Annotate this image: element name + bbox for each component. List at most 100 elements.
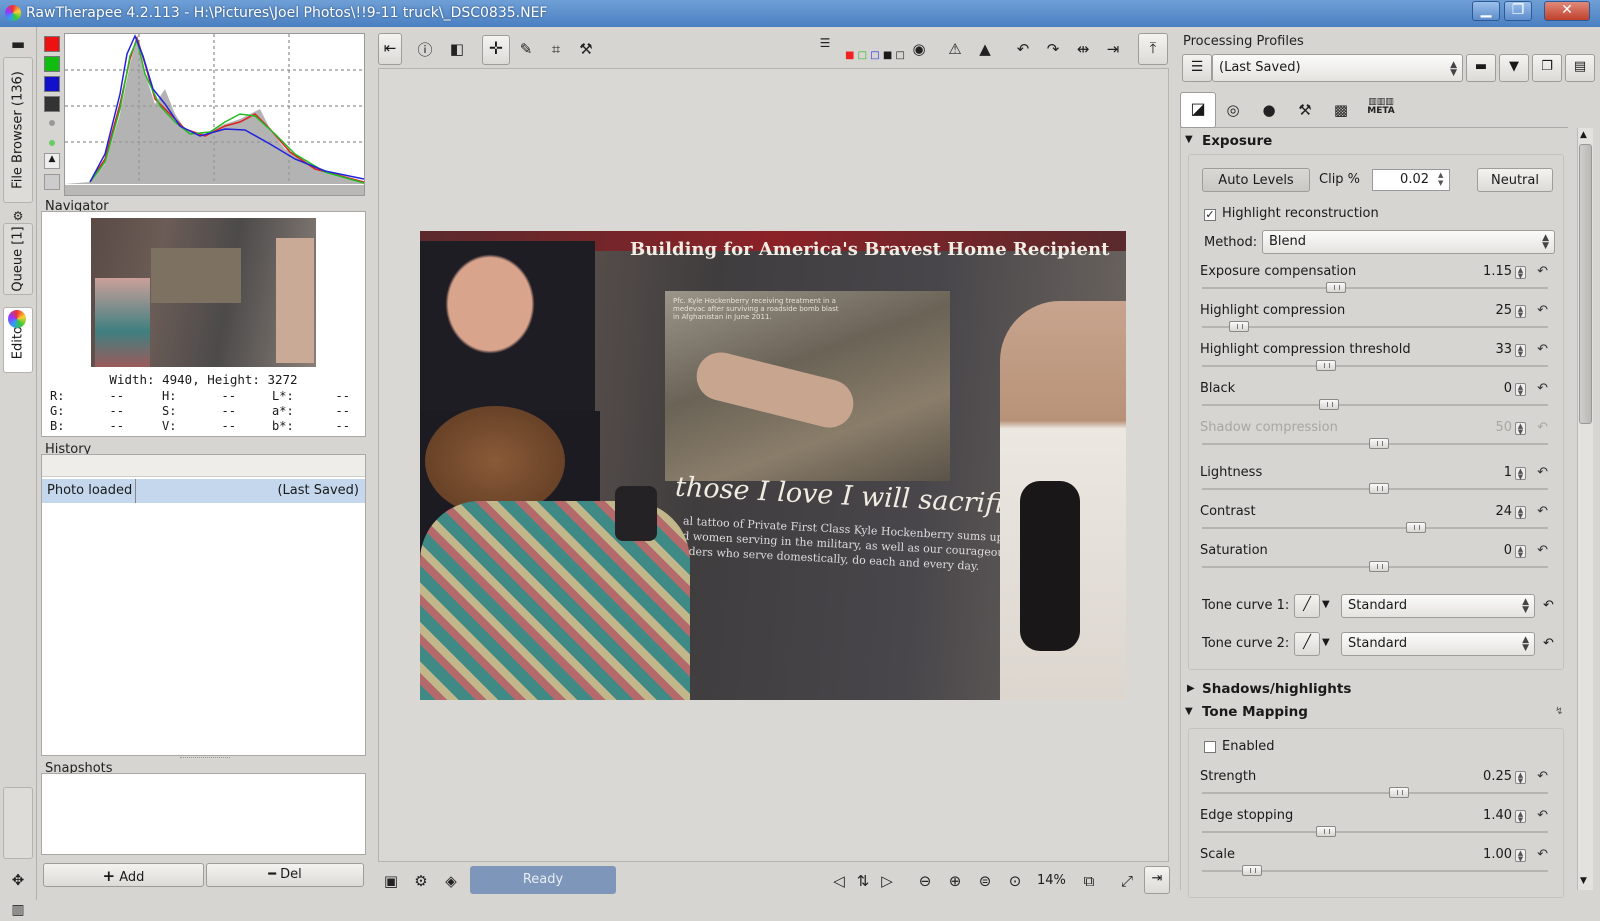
fullscreen-icon[interactable]: ⤢	[1116, 870, 1138, 892]
external-editor-icon[interactable]: ◈	[440, 870, 462, 892]
copy-profile-icon[interactable]: ❐	[1532, 54, 1562, 82]
reset-icon[interactable]: ↶	[1537, 769, 1548, 784]
previous-image-icon[interactable]: ◁	[828, 870, 850, 892]
slider-track[interactable]	[1202, 527, 1548, 529]
red-channel-toggle[interactable]	[44, 36, 60, 52]
rotate-left-icon[interactable]: ↶	[1012, 38, 1034, 60]
curve-type1-dropdown-icon[interactable]: ▼	[1322, 599, 1330, 610]
tool-panel-scrollbar[interactable]: ▲ ▼	[1577, 128, 1593, 890]
save-icon[interactable]: ▣	[380, 870, 402, 892]
close-button[interactable]: ✕	[1544, 1, 1590, 21]
flip-horizontal-icon[interactable]: ⇹	[1072, 38, 1094, 60]
panel-toggle-box[interactable]	[3, 787, 33, 859]
slider-spin-icon[interactable]: ▲ ▼	[1515, 810, 1526, 824]
reset-icon[interactable]: ↶	[1537, 420, 1548, 435]
reset-icon[interactable]: ↶	[1537, 465, 1548, 480]
slider-track[interactable]	[1202, 287, 1548, 289]
hide-left-panel-button[interactable]: ⇤	[378, 33, 402, 65]
reset-icon[interactable]: ↶	[1537, 847, 1548, 862]
detail-tab-icon[interactable]: ◎	[1222, 99, 1244, 121]
slider-spin-icon[interactable]: ▲ ▼	[1515, 506, 1526, 520]
preview-mode-icon[interactable]: ☰	[814, 32, 836, 54]
straighten-icon[interactable]: ⚒	[575, 38, 597, 60]
blue-channel-toggle[interactable]	[44, 76, 60, 92]
slider-spin-icon[interactable]: ▲ ▼	[1515, 266, 1526, 280]
slider-track[interactable]	[1202, 831, 1548, 833]
chroma-toggle[interactable]	[49, 120, 55, 126]
raw-toggle[interactable]	[49, 140, 55, 146]
scroll-up-icon[interactable]: ▲	[1580, 130, 1587, 140]
slider-track[interactable]	[1202, 326, 1548, 328]
channel-toggles[interactable]: ■ □ □ ■ □	[845, 50, 905, 61]
zoom-in-icon[interactable]: ⊕	[944, 870, 966, 892]
navigator-thumbnail[interactable]	[91, 218, 316, 367]
scrollbar-thumb[interactable]	[1579, 144, 1592, 424]
highlight-reconstruction-checkbox[interactable]: ✓	[1204, 209, 1216, 221]
raw-tab-icon[interactable]: ▩	[1330, 99, 1352, 121]
slider-handle[interactable]	[1369, 483, 1389, 494]
transform-tab-icon[interactable]: ⚒	[1294, 99, 1316, 121]
curve-type2-dropdown-icon[interactable]: ▼	[1322, 637, 1330, 648]
slider-spin-icon[interactable]: ▲ ▼	[1515, 422, 1526, 436]
slider-spin-icon[interactable]: ▲ ▼	[1515, 305, 1526, 319]
tone-curve2-reset-icon[interactable]: ↶	[1543, 636, 1554, 651]
zoom-100-icon[interactable]: ⊙	[1004, 870, 1026, 892]
slider-track[interactable]	[1202, 792, 1548, 794]
method-select[interactable]: Blend ▲ ▼	[1262, 230, 1555, 254]
rotate-right-icon[interactable]: ↷	[1042, 38, 1064, 60]
hide-right-panel-button[interactable]: ⇥	[1144, 866, 1170, 894]
profile-list-icon[interactable]: ☰	[1182, 54, 1212, 82]
neutral-button[interactable]: Neutral	[1477, 168, 1553, 192]
zoom-out-icon[interactable]: ⊖	[914, 870, 936, 892]
pane-grip[interactable]	[180, 757, 230, 760]
paste-profile-icon[interactable]: ▤	[1565, 54, 1595, 82]
slider-handle[interactable]	[1228, 321, 1249, 332]
preview-area[interactable]: Building for America's Bravest Home Reci…	[378, 68, 1169, 862]
reset-icon[interactable]: ↶	[1537, 303, 1548, 318]
tab-queue[interactable]: Queue [1]	[3, 223, 33, 295]
slider-handle[interactable]	[1318, 399, 1339, 410]
add-snapshot-button[interactable]: + Add	[43, 863, 204, 887]
slider-spin-icon[interactable]: ▲ ▼	[1515, 467, 1526, 481]
tone-curve2-select[interactable]: Standard ▲ ▼	[1341, 632, 1535, 656]
slider-track[interactable]	[1202, 365, 1548, 367]
profile-select[interactable]: (Last Saved) ▲ ▼	[1212, 54, 1463, 82]
slider-handle[interactable]	[1369, 561, 1389, 572]
save-profile-icon[interactable]: ▼	[1499, 54, 1529, 82]
history-row[interactable]: Photo loaded (Last Saved)	[42, 479, 365, 503]
before-after-icon[interactable]: ◧	[446, 38, 468, 60]
tone-curve1-reset-icon[interactable]: ↶	[1543, 598, 1554, 613]
auto-levels-button[interactable]: Auto Levels	[1202, 168, 1310, 192]
focus-mask-icon[interactable]: ◉	[908, 38, 930, 60]
new-detail-window-icon[interactable]: ⧉	[1078, 870, 1100, 892]
green-channel-toggle[interactable]	[44, 56, 60, 72]
slider-handle[interactable]	[1325, 282, 1346, 293]
reset-icon[interactable]: ↶	[1537, 808, 1548, 823]
flip-vertical-icon[interactable]: ⇥	[1102, 38, 1124, 60]
slider-handle[interactable]	[1405, 522, 1426, 533]
hand-tool-button[interactable]: ✛	[482, 35, 510, 65]
reset-icon[interactable]: ↶	[1537, 342, 1548, 357]
tab-file-browser[interactable]: File Browser (136)	[3, 57, 33, 203]
exposure-expander-icon[interactable]: ▼	[1185, 134, 1193, 145]
slider-spin-icon[interactable]: ▲ ▼	[1515, 344, 1526, 358]
shadow-clip-icon[interactable]: ⚠	[944, 38, 966, 60]
slider-spin-icon[interactable]: ▲ ▼	[1515, 383, 1526, 397]
slider-spin-icon[interactable]: ▲ ▼	[1515, 771, 1526, 785]
maximize-button[interactable]: ❐	[1504, 1, 1532, 21]
tone-mapping-expander-icon[interactable]: ▼	[1185, 706, 1193, 717]
slider-spin-icon[interactable]: ▲ ▼	[1515, 545, 1526, 559]
bar-toggle-icon[interactable]: ▲	[44, 153, 60, 169]
queue-icon[interactable]: ⚙	[410, 870, 432, 892]
delete-snapshot-button[interactable]: ━ Del	[206, 863, 364, 887]
move-icon[interactable]: ✥	[7, 869, 29, 891]
slider-spin-icon[interactable]: ▲ ▼	[1515, 849, 1526, 863]
color-picker-icon[interactable]: ✎	[515, 38, 537, 60]
slider-handle[interactable]	[1369, 438, 1389, 449]
curve-type2-icon[interactable]: ╱	[1294, 632, 1320, 656]
reset-icon[interactable]: ↶	[1537, 381, 1548, 396]
slider-handle[interactable]	[1389, 787, 1410, 798]
reset-icon[interactable]: ↶	[1537, 543, 1548, 558]
reset-icon[interactable]: ↶	[1537, 504, 1548, 519]
slider-handle[interactable]	[1315, 826, 1336, 837]
